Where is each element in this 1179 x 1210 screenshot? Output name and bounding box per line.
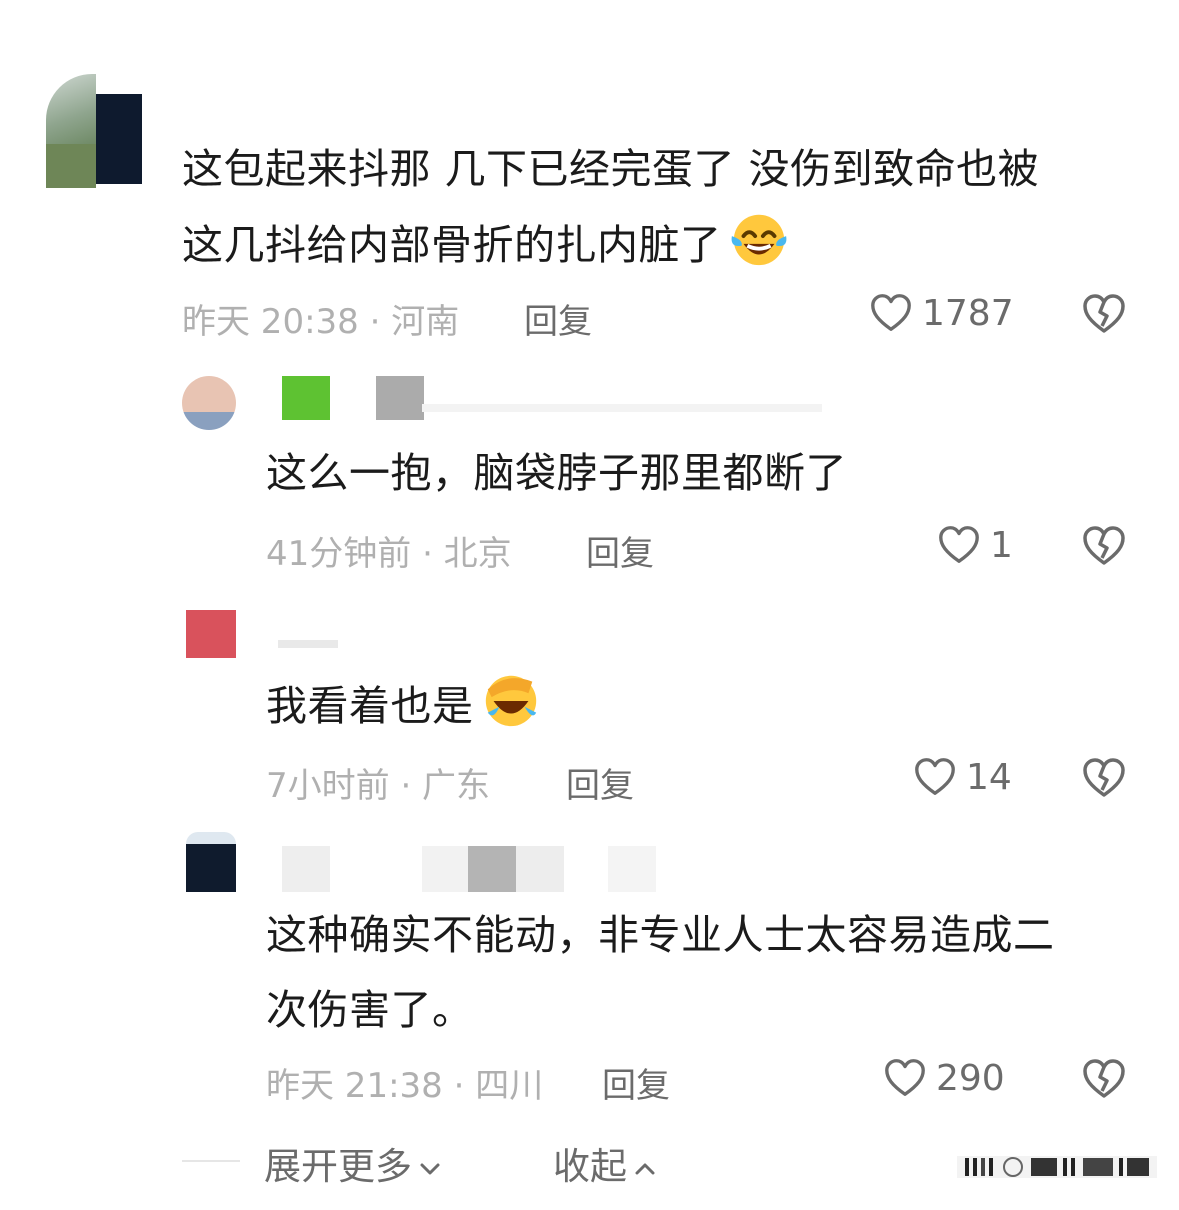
reply-button[interactable]: 回复 [602,1058,670,1107]
comment-meta: 昨天 20:38 · 河南 [182,302,460,342]
heart-outline-icon [939,526,979,563]
broken-heart-icon[interactable] [1080,522,1128,570]
reply-button[interactable]: 回复 [586,526,654,575]
comment-text: 这种确实不能动，非专业人士太容易造成二 次伤害了。 [266,911,1055,1034]
watermark-logo [957,1156,1157,1178]
broken-heart-icon[interactable] [1080,754,1128,802]
expand-more-button[interactable]: 展开更多 [264,1136,442,1190]
chevron-up-icon [635,1163,655,1174]
heart-outline-icon [915,758,955,795]
comment-meta: 7小时前 · 广东 [266,766,491,806]
like-button[interactable]: 14 [912,754,1012,800]
reply-button[interactable]: 回复 [566,758,634,807]
username-redacted[interactable] [282,376,822,426]
comment-meta: 昨天 21:38 · 四川 [266,1066,544,1106]
chevron-down-icon [420,1163,440,1174]
facepalm-crying-emoji [480,668,542,730]
like-count: 1787 [922,292,1014,334]
broken-heart-icon[interactable] [1080,1055,1128,1103]
like-count: 290 [936,1057,1005,1099]
heart-outline-icon [885,1059,925,1096]
like-button[interactable]: 290 [882,1055,1005,1101]
username-redacted[interactable] [282,846,662,896]
like-button[interactable]: 1787 [868,290,1014,336]
like-button[interactable]: 1 [936,522,1013,568]
collapse-button[interactable]: 收起 [553,1136,657,1190]
comment-text: 我看着也是 [266,668,542,744]
avatar[interactable] [46,74,142,188]
joy-tears-emoji [728,207,790,269]
comment-meta: 41分钟前 · 北京 [266,534,512,574]
avatar[interactable] [186,832,236,892]
divider [182,1160,240,1162]
reply-button[interactable]: 回复 [524,294,592,343]
avatar[interactable] [182,376,236,430]
broken-heart-icon[interactable] [1080,290,1128,338]
comment-text: 这包起来抖那 几下已经完蛋了 没伤到致命也被 这几抖给内部骨折的扎内脏了 [182,145,1040,269]
like-count: 1 [990,524,1013,566]
like-count: 14 [966,756,1012,798]
heart-outline-icon [871,294,911,331]
comment-text: 这么一抱，脑袋脖子那里都断了 [266,449,847,497]
avatar[interactable] [186,610,236,660]
